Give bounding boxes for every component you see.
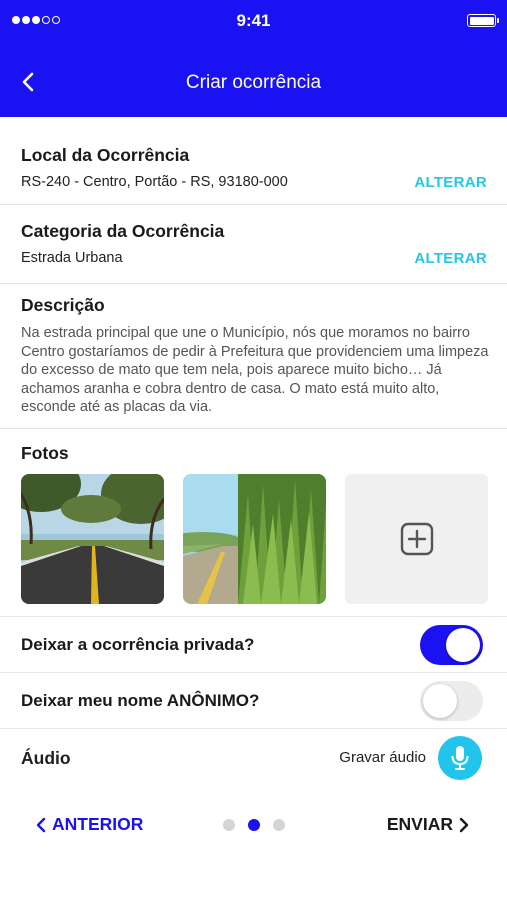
change-category-button[interactable]: ALTERAR — [414, 250, 487, 267]
category-title: Categoria da Ocorrência — [21, 221, 225, 241]
status-time: 9:41 — [236, 11, 271, 30]
record-audio-label[interactable]: Gravar áudio — [339, 749, 426, 766]
private-option-label: Deixar a ocorrência privada? — [21, 635, 255, 654]
step-indicator — [223, 819, 285, 831]
change-location-button[interactable]: ALTERAR — [414, 174, 487, 191]
photo-gallery — [21, 474, 488, 604]
private-toggle[interactable] — [420, 625, 483, 665]
anonymous-option-label: Deixar meu nome ANÔNIMO? — [21, 691, 260, 710]
send-button[interactable]: ENVIAR — [387, 814, 469, 835]
audio-row: Áudio Gravar áudio — [0, 728, 507, 788]
description-text[interactable]: Na estrada principal que une o Município… — [21, 324, 489, 417]
record-audio-button[interactable] — [438, 736, 482, 780]
status-bar: 9:41 — [0, 0, 507, 42]
location-title: Local da Ocorrência — [21, 145, 190, 165]
add-photo-button[interactable] — [345, 474, 488, 604]
description-section: Descrição Na estrada principal que une o… — [0, 284, 507, 429]
battery-icon — [467, 14, 499, 27]
app-header: 9:41 Criar ocorrência — [0, 0, 507, 117]
previous-button[interactable]: ANTERIOR — [36, 814, 143, 835]
page-title: Criar ocorrência — [185, 72, 322, 93]
audio-title: Áudio — [21, 748, 71, 768]
previous-button-label: ANTERIOR — [52, 814, 144, 834]
microphone-icon — [451, 746, 469, 770]
private-option-row: Deixar a ocorrência privada? — [0, 617, 507, 673]
location-value: RS-240 - Centro, Portão - RS, 93180-000 — [21, 174, 288, 190]
wizard-footer: ANTERIOR ENVIAR — [0, 808, 507, 844]
category-value: Estrada Urbana — [21, 250, 123, 266]
chevron-right-icon — [459, 817, 469, 832]
step-dot-active — [248, 819, 260, 831]
location-section: Local da Ocorrência RS-240 - Centro, Por… — [0, 117, 507, 205]
anonymous-option-row: Deixar meu nome ANÔNIMO? — [0, 673, 507, 729]
category-section: Categoria da Ocorrência Estrada Urbana A… — [0, 205, 507, 284]
photos-title: Fotos — [21, 443, 69, 463]
photo-thumbnail-road-trees[interactable] — [21, 474, 164, 604]
plus-square-icon — [400, 522, 433, 556]
description-title: Descrição — [21, 295, 105, 315]
chevron-left-icon — [36, 817, 46, 832]
send-button-label: ENVIAR — [386, 814, 453, 834]
anonymous-toggle[interactable] — [420, 681, 483, 721]
step-dot — [273, 819, 285, 831]
step-dot — [223, 819, 235, 831]
photo-thumbnail-road-grass[interactable] — [183, 474, 326, 604]
